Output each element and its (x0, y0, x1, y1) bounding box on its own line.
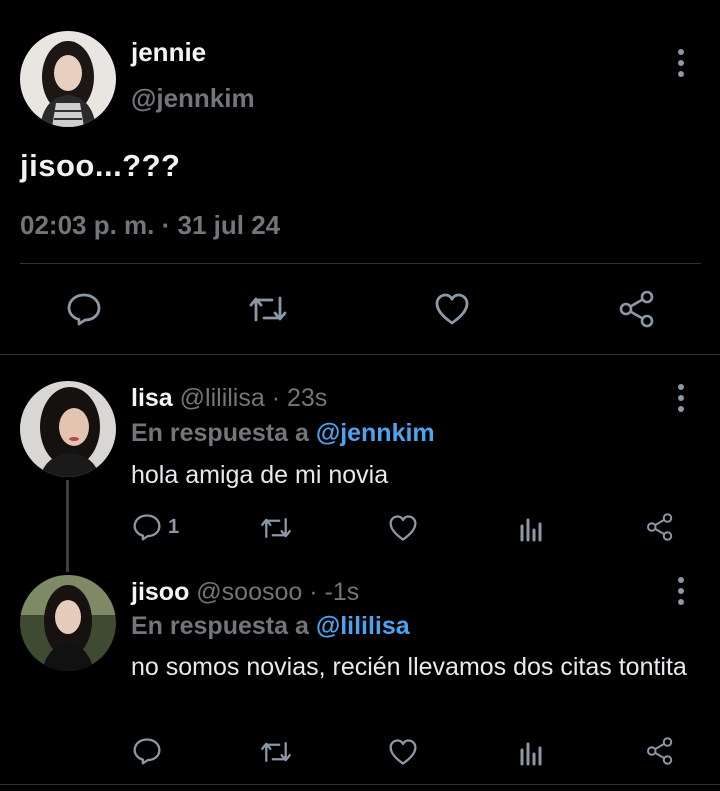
like-icon (389, 739, 417, 765)
retweet-icon (261, 517, 291, 539)
reply-text: hola amiga de mi novia (131, 461, 389, 489)
reply-prefix: En respuesta a (131, 612, 316, 640)
reply-prefix: En respuesta a (131, 419, 316, 447)
author-handle[interactable]: @jennkim (131, 83, 255, 114)
reply-text: no somos novias, recién llevamos dos cit… (131, 653, 687, 681)
author-handle-time[interactable]: @soosoo · -1s (196, 578, 359, 606)
author-handle-time[interactable]: @lililisa · 23s (180, 384, 328, 412)
author-name[interactable]: jennie (131, 37, 206, 68)
divider (0, 784, 720, 785)
reply-context: En respuesta a @lililisa (131, 612, 410, 641)
author-name[interactable]: jisoo (131, 578, 189, 606)
retweet-button[interactable] (259, 514, 293, 542)
retweet-button[interactable] (247, 292, 289, 326)
thread-connector (66, 480, 69, 572)
reply-icon (67, 293, 101, 326)
share-button[interactable] (617, 290, 657, 328)
share-icon (647, 513, 673, 541)
avatar-jennie[interactable] (20, 31, 116, 127)
like-button[interactable] (388, 738, 418, 766)
main-tweet: jennie @jennkim jisoo...??? 02:03 p. m. … (0, 0, 720, 355)
analytics-button[interactable] (518, 738, 546, 766)
divider (0, 354, 720, 355)
analytics-icon (520, 518, 542, 542)
more-options-icon[interactable] (671, 574, 691, 608)
reply-icon (133, 514, 161, 541)
like-icon (435, 293, 469, 325)
reply-mention-link[interactable]: @jennkim (316, 419, 435, 447)
reply-header: jisoo @soosoo · -1s (131, 578, 359, 607)
reply-icon (133, 738, 161, 765)
tweet-timestamp[interactable]: 02:03 p. m. · 31 jul 24 (20, 210, 280, 241)
reply-header: lisa @lililisa · 23s (131, 384, 327, 413)
tweet-text: jisoo...??? (20, 148, 181, 183)
more-options-icon[interactable] (671, 381, 691, 415)
retweet-icon (261, 741, 291, 763)
avatar-lisa[interactable] (20, 381, 116, 477)
more-options-icon[interactable] (671, 46, 691, 80)
retweet-icon (249, 296, 287, 322)
reply-context: En respuesta a @jennkim (131, 419, 435, 448)
retweet-button[interactable] (259, 738, 293, 766)
reply-button[interactable] (132, 737, 162, 765)
like-button[interactable] (388, 514, 418, 542)
reply-count: 1 (168, 515, 180, 538)
share-button[interactable] (645, 736, 675, 766)
share-icon (619, 290, 654, 328)
like-button[interactable] (434, 292, 470, 326)
reply-mention-link[interactable]: @lililisa (316, 612, 410, 640)
avatar-jisoo[interactable] (20, 575, 116, 671)
analytics-icon (520, 742, 542, 766)
reply-button[interactable]: 1 (132, 513, 179, 541)
analytics-button[interactable] (518, 514, 546, 542)
share-button[interactable] (645, 512, 675, 542)
reply-button[interactable] (66, 292, 102, 326)
author-name[interactable]: lisa (131, 384, 173, 412)
divider (20, 263, 701, 264)
like-icon (389, 515, 417, 541)
share-icon (647, 737, 673, 765)
